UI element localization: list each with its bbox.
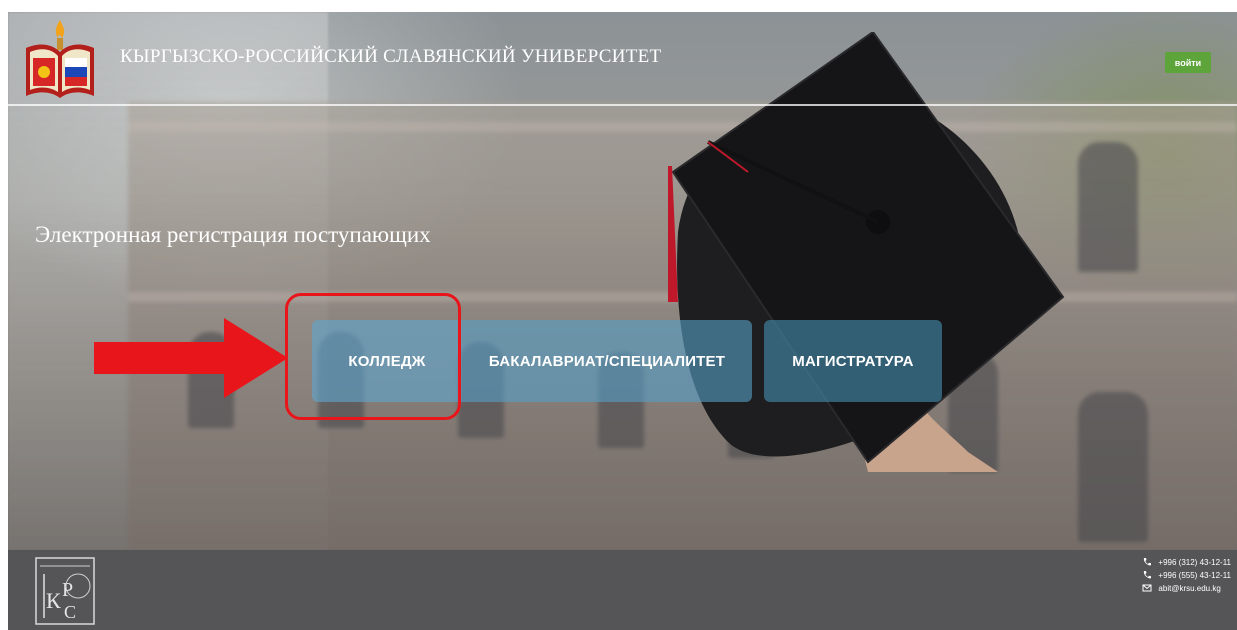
site-footer: К Р С +996 (312) 43-12-11 +996 (555) 43-… bbox=[8, 550, 1237, 630]
annotation-arrow-icon bbox=[94, 318, 288, 398]
footer-logo: К Р С bbox=[35, 557, 95, 625]
contact-email[interactable]: abit@krsu.edu.kg bbox=[1142, 582, 1231, 594]
university-name: КЫРГЫЗСКО-РОССИЙСКИЙ СЛАВЯНСКИЙ УНИВЕРСИ… bbox=[120, 46, 662, 67]
site-header: КЫРГЫЗСКО-РОССИЙСКИЙ СЛАВЯНСКИЙ УНИВЕРСИ… bbox=[8, 12, 1237, 106]
contact-list: +996 (312) 43-12-11 +996 (555) 43-12-11 … bbox=[1142, 556, 1231, 595]
master-button[interactable]: МАГИСТРАТУРА bbox=[764, 320, 942, 402]
contact-phone-2[interactable]: +996 (555) 43-12-11 bbox=[1142, 569, 1231, 581]
annotation-highlight-box bbox=[285, 293, 461, 420]
phone-icon bbox=[1142, 557, 1152, 567]
page-subtitle: Электронная регистрация поступающих bbox=[35, 222, 431, 247]
svg-text:Р: Р bbox=[62, 579, 73, 601]
svg-text:К: К bbox=[46, 588, 61, 613]
hero-background: КЫРГЫЗСКО-РОССИЙСКИЙ СЛАВЯНСКИЙ УНИВЕРСИ… bbox=[8, 12, 1237, 550]
university-logo[interactable] bbox=[22, 18, 98, 100]
phone-icon bbox=[1142, 570, 1152, 580]
bachelor-specialist-button[interactable]: БАКАЛАВРИАТ/СПЕЦИАЛИТЕТ bbox=[462, 320, 752, 402]
page-frame: КЫРГЫЗСКО-РОССИЙСКИЙ СЛАВЯНСКИЙ УНИВЕРСИ… bbox=[8, 12, 1237, 630]
contact-phone-2-text: +996 (555) 43-12-11 bbox=[1158, 570, 1231, 580]
mail-icon bbox=[1142, 583, 1152, 593]
contact-email-text: abit@krsu.edu.kg bbox=[1158, 583, 1221, 593]
login-button[interactable]: войти bbox=[1165, 52, 1211, 73]
contact-phone-1-text: +996 (312) 43-12-11 bbox=[1158, 557, 1231, 567]
svg-text:С: С bbox=[64, 602, 76, 622]
contact-phone-1[interactable]: +996 (312) 43-12-11 bbox=[1142, 556, 1231, 568]
